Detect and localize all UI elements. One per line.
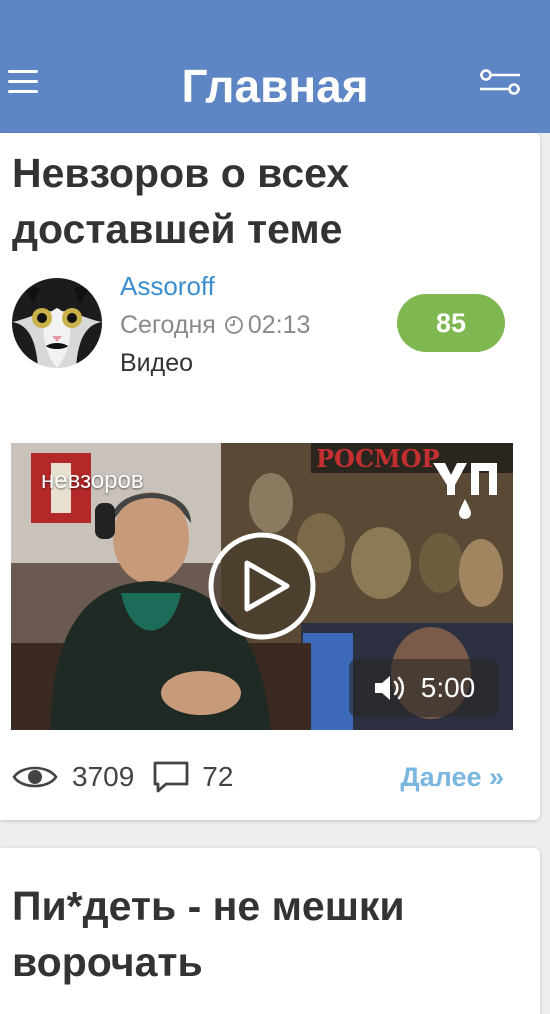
svg-text:РОСМОР: РОСМОР: [316, 444, 440, 473]
channel-logo-icon: [433, 463, 497, 519]
clock-icon: [224, 316, 243, 334]
avatar[interactable]: [12, 278, 102, 368]
views-count: 3709: [72, 761, 135, 792]
score-badge[interactable]: 85: [397, 294, 505, 352]
read-more-link[interactable]: Далее »: [400, 759, 504, 795]
app-screen: Главная Невзоров о всех доставшей теме A…: [0, 0, 550, 1014]
app-header: Главная: [0, 0, 550, 133]
post-title[interactable]: Невзоров о всех доставшей теме: [12, 145, 520, 257]
comment-icon[interactable]: [152, 760, 190, 794]
video-player[interactable]: РОСМОР невзоров 5:00: [11, 443, 513, 730]
post-title[interactable]: Пи*деть - не мешки ворочать: [12, 878, 520, 990]
page-title: Главная: [181, 60, 369, 112]
eye-icon: [12, 766, 58, 788]
video-duration: 5:00: [420, 672, 476, 703]
post-card[interactable]: Невзоров о всех доставшей теме Assoroff …: [0, 133, 540, 820]
video-caption: невзоров: [41, 467, 144, 494]
filter-sliders-icon[interactable]: [478, 66, 522, 98]
post-date: Сегодня 02:13: [120, 309, 310, 341]
time-label: 02:13: [247, 311, 311, 339]
post-card[interactable]: Пи*деть - не мешки ворочать: [0, 848, 540, 1014]
category-label[interactable]: Видео: [120, 347, 193, 379]
duration-overlay[interactable]: 5:00: [349, 659, 499, 717]
author-link[interactable]: Assoroff: [120, 270, 215, 302]
volume-icon[interactable]: [373, 673, 409, 703]
comments-count[interactable]: 72: [202, 759, 233, 795]
post-stats: 3709 72: [12, 757, 233, 797]
date-label: Сегодня: [120, 311, 216, 339]
play-icon[interactable]: [207, 531, 317, 641]
